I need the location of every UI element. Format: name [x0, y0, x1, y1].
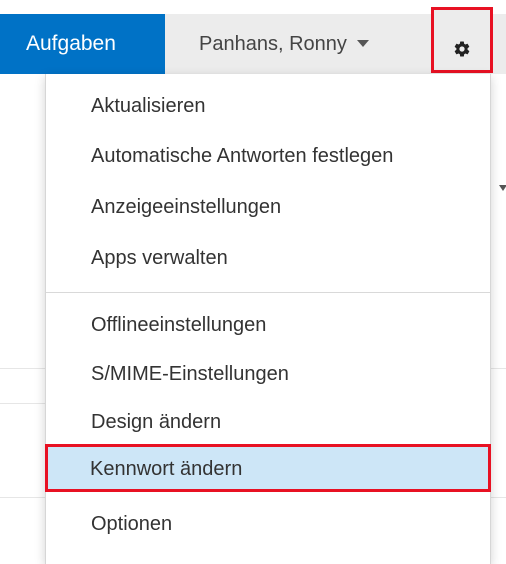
settings-dropdown-menu: Aktualisieren Automatische Antworten fes… — [45, 74, 491, 564]
gear-icon — [454, 41, 470, 57]
menu-item-smime-einstellungen[interactable]: S/MIME-Einstellungen — [46, 350, 490, 398]
chevron-down-icon — [356, 40, 369, 48]
menu-item-design-aendern[interactable]: Design ändern — [46, 398, 490, 446]
menu-item-apps-verwalten[interactable]: Apps verwalten — [46, 234, 490, 282]
background-divider — [491, 368, 506, 369]
settings-button[interactable] — [431, 7, 493, 73]
top-bar: Aufgaben Panhans, Ronny — [0, 0, 506, 74]
menu-item-anzeigeeinstellungen[interactable]: Anzeigeeinstellungen — [46, 183, 490, 231]
background-divider — [0, 403, 45, 404]
background-divider — [0, 497, 45, 498]
menu-item-optionen[interactable]: Optionen — [46, 500, 490, 548]
menu-item-offlineeinstellungen[interactable]: Offlineeinstellungen — [46, 301, 490, 349]
user-menu-button[interactable]: Panhans, Ronny — [199, 14, 369, 74]
chevron-down-icon[interactable] — [499, 185, 506, 191]
menu-item-kennwort-aendern[interactable]: Kennwort ändern — [45, 444, 491, 492]
background-divider — [491, 497, 506, 498]
menu-item-automatische-antworten[interactable]: Automatische Antworten festlegen — [46, 132, 490, 180]
user-name-label: Panhans, Ronny — [199, 33, 347, 55]
background-divider — [0, 368, 45, 369]
menu-divider — [46, 292, 490, 293]
menu-item-aktualisieren[interactable]: Aktualisieren — [46, 82, 490, 130]
tab-aufgaben[interactable]: Aufgaben — [0, 14, 165, 74]
